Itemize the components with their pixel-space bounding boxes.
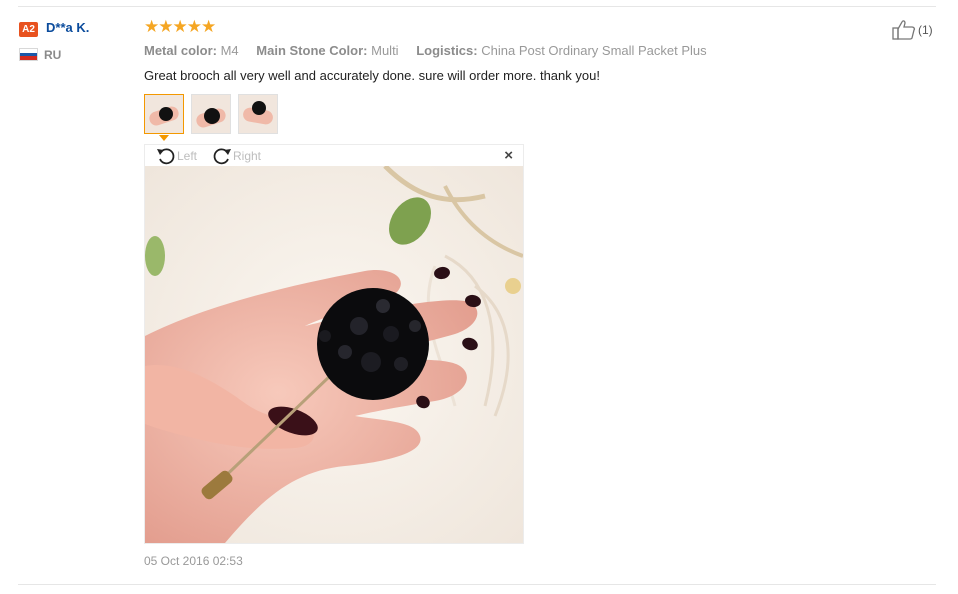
review-text: Great brooch all very well and accuratel…: [144, 68, 600, 83]
attribute-value: M4: [220, 43, 239, 58]
attribute-logistics: Logistics: China Post Ordinary Small Pac…: [416, 43, 706, 58]
rotate-right-label: Right: [233, 149, 262, 163]
attribute-metal-color: Metal color: M4: [144, 43, 239, 58]
russia-flag-icon: [19, 48, 38, 61]
reviewer-name[interactable]: D**a K.: [46, 20, 89, 35]
rotate-right-button[interactable]: Right: [211, 146, 273, 166]
attribute-main-stone-color: Main Stone Color: Multi: [256, 43, 398, 58]
photo-thumbnail[interactable]: [144, 94, 184, 134]
review-photo: [145, 166, 523, 543]
rotate-left-icon: [157, 148, 175, 165]
helpful-count: (1): [918, 23, 933, 37]
order-attributes: Metal color: M4 Main Stone Color: Multi …: [144, 43, 721, 58]
reviewer-country: RU: [44, 48, 62, 62]
active-thumbnail-pointer: [159, 135, 169, 141]
close-icon[interactable]: ×: [504, 148, 513, 164]
star-rating: ★★★★★: [144, 17, 216, 36]
photo-thumbnail[interactable]: [191, 94, 231, 134]
photo-thumbnail[interactable]: [238, 94, 278, 134]
review-item: A2 D**a K. RU ★★★★★ Metal color: M4 Main…: [18, 0, 936, 594]
attribute-label: Metal color:: [144, 43, 217, 58]
rotate-right-icon: [213, 148, 231, 165]
attribute-label: Logistics:: [416, 43, 478, 58]
divider-top: [18, 6, 936, 7]
attribute-label: Main Stone Color:: [256, 43, 368, 58]
thumbs-up-icon: [892, 20, 916, 40]
divider-bottom: [18, 584, 936, 585]
rotate-left-button[interactable]: Left: [155, 146, 213, 166]
photo-viewer-toolbar: Left Right ×: [145, 145, 523, 166]
rotate-left-label: Left: [177, 149, 198, 163]
photo-viewer: Left Right ×: [144, 144, 524, 544]
helpful-button[interactable]: (1): [892, 19, 936, 41]
attribute-value: China Post Ordinary Small Packet Plus: [481, 43, 707, 58]
attribute-value: Multi: [371, 43, 399, 58]
review-date: 05 Oct 2016 02:53: [144, 554, 243, 568]
buyer-level-badge: A2: [19, 22, 38, 37]
